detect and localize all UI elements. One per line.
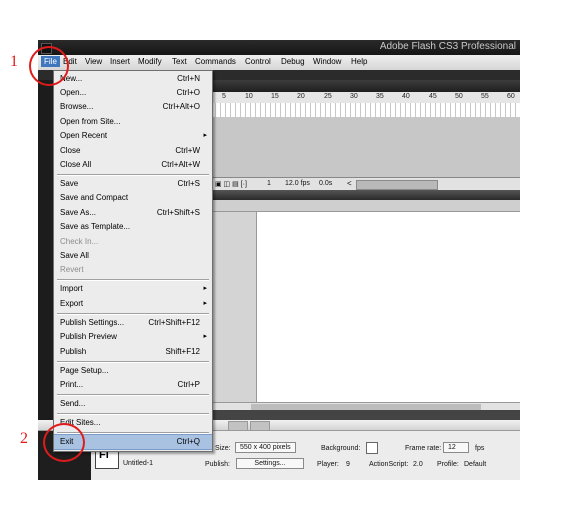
frame-rate-label: Frame rate: bbox=[405, 445, 442, 452]
menu-item-revert: Revert bbox=[60, 265, 84, 274]
publish-label: Publish: bbox=[205, 461, 230, 468]
menu-item-close[interactable]: Close Ctrl+W bbox=[54, 144, 212, 158]
ruler-number: 60 bbox=[507, 93, 515, 100]
menu-item-send[interactable]: Send... bbox=[54, 397, 212, 411]
menu-item-import[interactable]: Import ▸ bbox=[54, 282, 212, 296]
submenu-arrow-icon: ▸ bbox=[203, 285, 207, 292]
player-label: Player: bbox=[317, 461, 339, 468]
file-menu-dropdown: New... Ctrl+N Open... Ctrl+O Browse... Ctrl… bbox=[53, 70, 213, 452]
menu-help[interactable]: Help bbox=[351, 57, 367, 66]
size-button[interactable]: 550 x 400 pixels bbox=[235, 442, 296, 453]
panel-divider bbox=[211, 410, 520, 420]
annotation-circle-file bbox=[29, 46, 69, 86]
player-value: 9 bbox=[346, 461, 350, 468]
ruler-number: 55 bbox=[481, 93, 489, 100]
background-color-swatch[interactable] bbox=[366, 442, 378, 454]
menu-item-publish[interactable]: Publish Shift+F12 bbox=[54, 345, 212, 359]
edit-bar bbox=[211, 200, 520, 212]
menu-item-open-recent[interactable]: Open Recent ▸ bbox=[54, 129, 212, 143]
document-tabs-bar bbox=[211, 190, 520, 200]
menu-item-save-and-compact[interactable]: Save and Compact bbox=[54, 191, 212, 205]
actionscript-value: 2.0 bbox=[413, 461, 423, 468]
ruler-number: 30 bbox=[350, 93, 358, 100]
menu-bar: File Edit View Insert Modify Text Comman… bbox=[38, 55, 520, 71]
annotation-step-2: 2 bbox=[20, 430, 28, 447]
menu-item-export[interactable]: Export ▸ bbox=[54, 297, 212, 311]
timeline-empty-area bbox=[211, 117, 520, 177]
annotation-step-1: 1 bbox=[10, 53, 18, 70]
menu-modify[interactable]: Modify bbox=[138, 57, 162, 66]
onion-skin-icons[interactable]: ▣ ◫ ▤ [·] bbox=[215, 180, 247, 188]
menu-item-new[interactable]: New... Ctrl+N bbox=[54, 72, 212, 86]
menu-separator bbox=[57, 413, 209, 415]
timeline-frames[interactable] bbox=[211, 103, 520, 118]
frame-rate-readout: 12.0 fps bbox=[285, 180, 310, 187]
ruler-number: 45 bbox=[429, 93, 437, 100]
frame-rate-input[interactable]: 12 bbox=[443, 442, 469, 453]
panel-tab[interactable] bbox=[250, 421, 270, 431]
menu-item-browse[interactable]: Browse... Ctrl+Alt+O bbox=[54, 100, 212, 114]
size-label: Size: bbox=[215, 445, 231, 452]
menu-item-page-setup[interactable]: Page Setup... bbox=[54, 364, 212, 378]
ruler-number: 20 bbox=[297, 93, 305, 100]
timeline-header bbox=[211, 80, 520, 92]
background-label: Background: bbox=[321, 445, 361, 452]
menu-separator bbox=[57, 361, 209, 363]
title-bar: Adobe Flash CS3 Professional bbox=[38, 40, 520, 55]
menu-control[interactable]: Control bbox=[245, 57, 271, 66]
timeline-scrollbar[interactable] bbox=[356, 180, 438, 190]
menu-window[interactable]: Window bbox=[313, 57, 341, 66]
menu-item-check-in: Check In... bbox=[60, 237, 99, 246]
menu-separator bbox=[57, 279, 209, 281]
publish-settings-button[interactable]: Settings... bbox=[236, 458, 304, 469]
scroll-left-icon[interactable]: < bbox=[347, 179, 352, 188]
menu-debug[interactable]: Debug bbox=[281, 57, 305, 66]
menu-separator bbox=[57, 313, 209, 315]
menu-item-save-all[interactable]: Save All bbox=[54, 249, 212, 263]
menu-item-close-all[interactable]: Close All Ctrl+Alt+W bbox=[54, 158, 212, 172]
menu-item-publish-settings[interactable]: Publish Settings... Ctrl+Shift+F12 bbox=[54, 316, 212, 330]
menu-insert[interactable]: Insert bbox=[110, 57, 130, 66]
ruler-number: 40 bbox=[402, 93, 410, 100]
profile-value: Default bbox=[464, 461, 487, 468]
ruler-number: 10 bbox=[245, 93, 253, 100]
menu-view[interactable]: View bbox=[85, 57, 102, 66]
ruler-number: 35 bbox=[376, 93, 384, 100]
submenu-arrow-icon: ▸ bbox=[203, 132, 207, 139]
current-frame: 1 bbox=[267, 180, 271, 187]
window-title: Adobe Flash CS3 Professional bbox=[379, 41, 516, 52]
annotation-circle-exit bbox=[43, 423, 85, 462]
profile-label: Profile: bbox=[437, 461, 459, 468]
panel-tab[interactable] bbox=[228, 421, 248, 431]
timeline-controls: ▣ ◫ ▤ [·] 1 12.0 fps 0.0s < bbox=[211, 177, 520, 191]
elapsed-time: 0.0s bbox=[319, 180, 333, 187]
menu-commands[interactable]: Commands bbox=[195, 57, 236, 66]
menu-item-save-as[interactable]: Save As... Ctrl+Shift+S bbox=[54, 206, 212, 220]
document-name: Untitled-1 bbox=[123, 460, 153, 467]
menu-item-open-from-site[interactable]: Open from Site... bbox=[54, 115, 212, 129]
ruler-number: 25 bbox=[324, 93, 332, 100]
submenu-arrow-icon: ▸ bbox=[203, 300, 207, 307]
ruler-number: 50 bbox=[455, 93, 463, 100]
ruler-number: 5 bbox=[222, 93, 226, 100]
menu-item-save-as-template[interactable]: Save as Template... bbox=[54, 220, 212, 234]
submenu-arrow-icon: ▸ bbox=[203, 333, 207, 340]
menu-item-open[interactable]: Open... Ctrl+O bbox=[54, 86, 212, 100]
ruler-number: 15 bbox=[271, 93, 279, 100]
menu-text[interactable]: Text bbox=[172, 57, 187, 66]
menu-item-publish-preview[interactable]: Publish Preview ▸ bbox=[54, 330, 212, 344]
menu-item-print[interactable]: Print... Ctrl+P bbox=[54, 378, 212, 392]
menu-item-save[interactable]: Save Ctrl+S bbox=[54, 177, 212, 191]
actionscript-label: ActionScript: bbox=[369, 461, 409, 468]
menu-separator bbox=[57, 394, 209, 396]
stage[interactable] bbox=[256, 212, 520, 402]
menu-separator bbox=[57, 174, 209, 176]
fps-unit: fps bbox=[475, 445, 485, 452]
